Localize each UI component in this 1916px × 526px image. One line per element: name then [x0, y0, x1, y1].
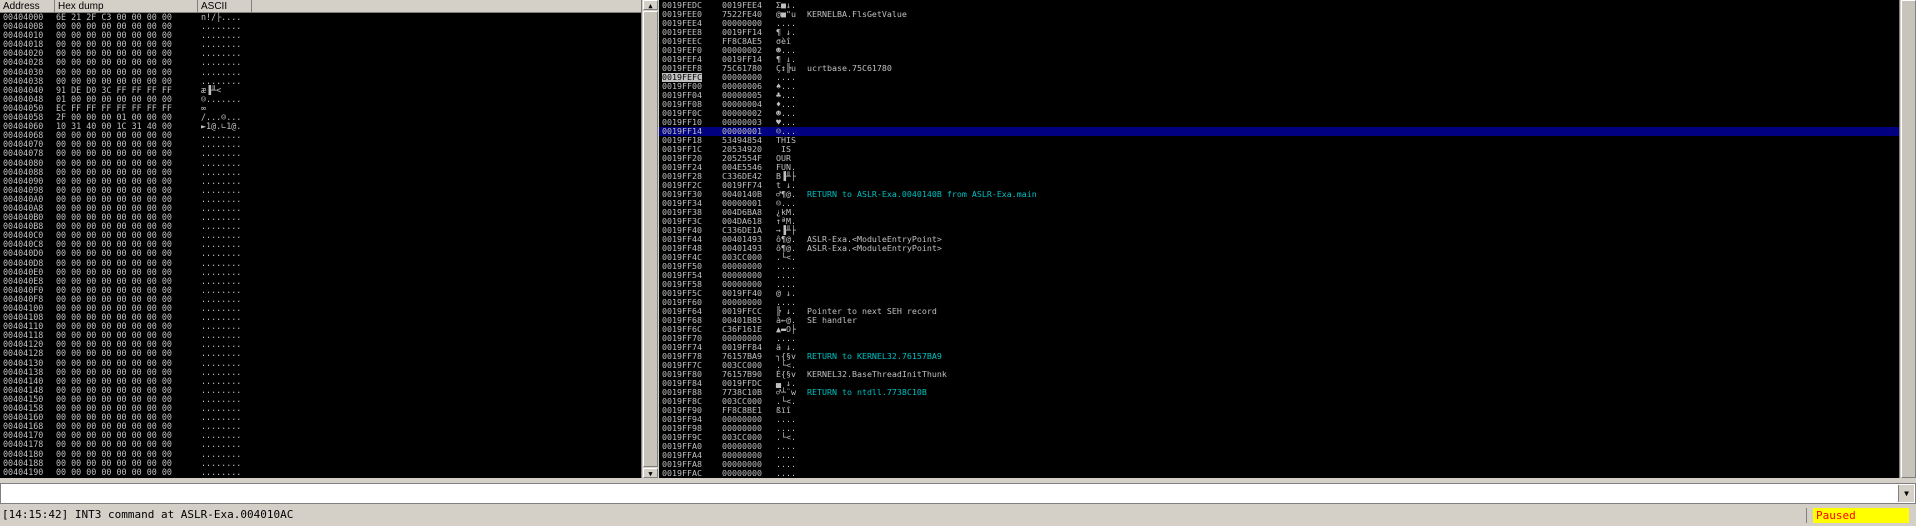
stack-row[interactable]: 0019FF78 76157BA9 ┐{§v RETURN to KERNEL32.7… [659, 352, 1899, 361]
stack-row[interactable]: 0019FF30 0040140B ♂¶@. RETURN to ASLR-Exa.0… [659, 190, 1899, 199]
stack-comment: KERNELBA.FlsGetValue [807, 9, 907, 19]
stack-row[interactable]: 0019FEFC 00000000.... [659, 73, 1899, 82]
stack-row[interactable]: 0019FF8C 003CC000 .└<. [659, 397, 1899, 406]
stack-row[interactable]: 0019FFA8 00000000.... [659, 460, 1899, 469]
stack-row[interactable]: 0019FF38 004D6BA8 ¿kM. [659, 208, 1899, 217]
stack-row[interactable]: 0019FF18 53494854 THIS [659, 136, 1899, 145]
dump-address: 00404190 [3, 466, 44, 477]
memory-dump-pane[interactable]: Address Hex dump ASCII 00404000 6E 21 2F … [0, 0, 641, 478]
stack-row[interactable]: 0019FF20 2052554F OUR [659, 154, 1899, 163]
dump-ascii: ........ [201, 466, 242, 477]
stack-comment: RETURN to ASLR-Exa.0040140B from ASLR-Ex… [807, 189, 1037, 199]
stack-row[interactable]: 0019FF10 00000003 ♥... [659, 118, 1899, 127]
dump-scroll-up-icon[interactable]: ▲ [643, 0, 658, 10]
stack-scrollbar[interactable] [1899, 0, 1916, 478]
dump-rows: 00404000 6E 21 2F C3 00 00 00 00 n!/├.... 0… [0, 12, 641, 477]
stack-row[interactable]: 0019FFAC 00000000.... [659, 469, 1899, 478]
stack-row[interactable]: 0019FEE0 7522FE40 @■"u KERNELBA.FlsGetValue [659, 10, 1899, 19]
stack-pane[interactable]: 0019FEDC 0019FEE4 Σ■↓. 0019FEE0 7522FE40 @■"u… [659, 0, 1899, 478]
stack-comment: ucrtbase.75C61780 [807, 63, 892, 73]
stack-row[interactable]: 0019FFA4 00000000.... [659, 451, 1899, 460]
run-state-badge: Paused [1813, 508, 1909, 523]
stack-row[interactable]: 0019FF54 00000000.... [659, 271, 1899, 280]
stack-row[interactable]: 0019FF4C 003CC000 .└<. [659, 253, 1899, 262]
stack-row[interactable]: 0019FEE4 00000000.... [659, 19, 1899, 28]
stack-row[interactable]: 0019FFA0 00000000.... [659, 442, 1899, 451]
stack-row[interactable]: 0019FF00 00000006 ♠... [659, 82, 1899, 91]
stack-row[interactable]: 0019FF48 00401493 ô¶@. ASLR-Exa.<ModuleEntr… [659, 244, 1899, 253]
stack-row[interactable]: 0019FF28 C336DE42 B▐╨├ [659, 172, 1899, 181]
stack-row[interactable]: 0019FF9C 003CC000 .└<. [659, 433, 1899, 442]
stack-row[interactable]: 0019FF70 00000000.... [659, 334, 1899, 343]
stack-row[interactable]: 0019FF04 00000005 ♣... [659, 91, 1899, 100]
stack-ascii: .... [776, 468, 796, 478]
stack-row[interactable]: 0019FF88 7738C10B ♂┴¨w RETURN to ntdll.7738… [659, 388, 1899, 397]
stack-row[interactable]: 0019FF1C 20534920 IS [659, 145, 1899, 154]
dump-scroll-thumb[interactable] [643, 11, 658, 467]
stack-row[interactable]: 0019FF08 00000004 ♦... [659, 100, 1899, 109]
stack-comment: KERNEL32.BaseThreadInitThunk [807, 369, 947, 379]
stack-row[interactable]: 0019FF58 00000000.... [659, 280, 1899, 289]
stack-row[interactable]: 0019FF98 00000000.... [659, 424, 1899, 433]
status-message: [14:15:42] INT3 command at ASLR-Exa.0040… [2, 508, 294, 521]
stack-row[interactable]: 0019FF90 FF8C8BE1 ßïî [659, 406, 1899, 415]
stack-row[interactable]: 0019FEF0 00000002 ☻... [659, 46, 1899, 55]
stack-row[interactable]: 0019FF34 00000001 ☺... [659, 199, 1899, 208]
stack-row[interactable]: 0019FF3C 004DA618 ↑ªM. [659, 217, 1899, 226]
stack-scroll-thumb[interactable] [1901, 0, 1916, 478]
stack-row[interactable]: 0019FF0C 00000002 ☻... [659, 109, 1899, 118]
dump-ascii: ☺....... [201, 93, 242, 104]
stack-value: 00000000 [722, 468, 762, 478]
dump-hex: 00 00 00 00 00 00 00 00 [56, 466, 172, 477]
dump-scrollbar[interactable]: ▲ ▼ [641, 0, 659, 478]
stack-row[interactable]: 0019FF5C 0019FF40 @ ↓. [659, 289, 1899, 298]
stack-address: 0019FFAC [662, 468, 702, 478]
dump-header-filler [252, 0, 641, 13]
stack-comment: RETURN to KERNEL32.76157BA9 [807, 351, 942, 361]
command-line-input[interactable]: ▼ [0, 483, 1916, 504]
stack-row[interactable]: 0019FF6C C36F161E ▲▬O├ [659, 325, 1899, 334]
stack-rows: 0019FEDC 0019FEE4 Σ■↓. 0019FEE0 7522FE40 @■"u… [659, 1, 1899, 478]
dump-scroll-down-icon[interactable]: ▼ [643, 468, 658, 478]
stack-comment: RETURN to ntdll.7738C10B [807, 387, 927, 397]
status-bar: [14:15:42] INT3 command at ASLR-Exa.0040… [0, 506, 1916, 526]
stack-row[interactable]: 0019FF68 00401B85 à←@. SE handler [659, 316, 1899, 325]
command-dropdown-icon[interactable]: ▼ [1898, 485, 1914, 502]
stack-row[interactable]: 0019FF80 76157B90 É{§v KERNEL32.BaseThreadI… [659, 370, 1899, 379]
status-separator [1806, 508, 1812, 523]
stack-comment: ASLR-Exa.<ModuleEntryPoint> [807, 243, 942, 253]
stack-row[interactable]: 0019FF24 004E5546 FUN. [659, 163, 1899, 172]
stack-row[interactable]: 0019FF94 00000000.... [659, 415, 1899, 424]
stack-row[interactable]: 0019FF14 00000001 ☺... [659, 127, 1899, 136]
stack-row[interactable]: 0019FEE8 0019FF14 ¶ ↓. [659, 28, 1899, 37]
stack-row[interactable]: 0019FF50 00000000.... [659, 262, 1899, 271]
dump-row[interactable]: 00404190 00 00 00 00 00 00 00 00........ [0, 466, 641, 477]
stack-row[interactable]: 0019FEF8 75C61780 Ç↕╠u ucrtbase.75C61780 [659, 64, 1899, 73]
stack-row[interactable]: 0019FEEC FF8C8AE5 σèî [659, 37, 1899, 46]
stack-comment: SE handler [807, 315, 857, 325]
